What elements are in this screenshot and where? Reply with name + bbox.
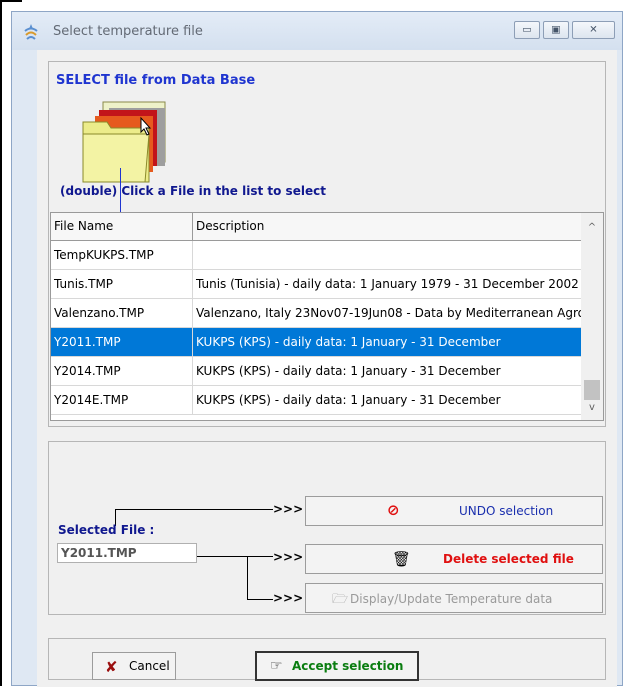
- cancel-label: Cancel: [129, 659, 170, 673]
- connector-line: [197, 556, 273, 557]
- arrow-to-undo: >>>: [273, 502, 304, 516]
- no-entry-icon: ⊘: [387, 501, 400, 519]
- file-name-cell[interactable]: TempKUKPS.TMP: [51, 241, 193, 269]
- dialog-client-area: SELECT file from Data Base (double) Clic…: [37, 50, 617, 687]
- maximize-icon: ▣: [551, 24, 561, 36]
- undo-selection-label: UNDO selection: [459, 504, 554, 518]
- file-name-cell[interactable]: Y2014E.TMP: [51, 386, 193, 414]
- app-icon: [24, 24, 38, 40]
- delete-file-label: Delete selected file: [443, 552, 574, 566]
- file-list-table[interactable]: File Name Description TempKUKPS.TMP Tuni…: [50, 212, 604, 421]
- table-body: TempKUKPS.TMP Tunis.TMP Tunis (Tunisia) …: [51, 241, 581, 415]
- accept-selection-label: Accept selection: [292, 659, 404, 673]
- arrow-to-delete: >>>: [273, 550, 304, 564]
- database-title: SELECT file from Data Base: [56, 73, 256, 88]
- maximize-button[interactable]: ▣: [543, 21, 569, 39]
- description-cell[interactable]: Valenzano, Italy 23Nov07-19Jun08 - Data …: [193, 299, 581, 327]
- file-name-cell[interactable]: Tunis.TMP: [51, 270, 193, 298]
- minimize-icon: ▭: [522, 24, 532, 36]
- trash-icon: 🗑: [392, 550, 412, 568]
- accept-selection-button[interactable]: ☞ Accept selection: [255, 651, 419, 681]
- file-name-cell[interactable]: Valenzano.TMP: [51, 299, 193, 327]
- display-update-button[interactable]: 🗁 Display/Update Temperature data: [305, 583, 603, 613]
- connector-line: [115, 509, 273, 510]
- close-button[interactable]: ✕: [572, 21, 615, 39]
- connector-line: [247, 599, 273, 600]
- scroll-thumb[interactable]: [584, 380, 600, 400]
- file-name-cell[interactable]: Y2011.TMP: [51, 328, 193, 356]
- close-icon: ✕: [589, 24, 598, 36]
- column-header-description[interactable]: Description: [193, 213, 581, 240]
- scroll-down-icon[interactable]: v: [581, 398, 603, 418]
- folder-stack-icon[interactable]: [79, 96, 173, 190]
- minimize-button[interactable]: ▭: [514, 21, 540, 39]
- description-cell[interactable]: KUKPS (KPS) - daily data: 1 January - 31…: [193, 328, 581, 356]
- table-row[interactable]: TempKUKPS.TMP: [51, 241, 581, 270]
- table-row-selected[interactable]: Y2011.TMP KUKPS (KPS) - daily data: 1 Ja…: [51, 328, 581, 357]
- table-row[interactable]: Y2014E.TMP KUKPS (KPS) - daily data: 1 J…: [51, 386, 581, 415]
- open-folder-icon: 🗁: [332, 592, 349, 607]
- description-cell[interactable]: [193, 241, 581, 269]
- window-title: Select temperature file: [53, 24, 203, 39]
- description-cell[interactable]: Tunis (Tunisia) - daily data: 1 January …: [193, 270, 581, 298]
- table-row[interactable]: Valenzano.TMP Valenzano, Italy 23Nov07-1…: [51, 299, 581, 328]
- vertical-scrollbar[interactable]: ^ v: [581, 213, 603, 420]
- arrow-to-display: >>>: [273, 591, 304, 605]
- table-row[interactable]: Tunis.TMP Tunis (Tunisia) - daily data: …: [51, 270, 581, 299]
- pointing-hand-icon: ☞: [270, 658, 283, 674]
- title-bar[interactable]: Select temperature file ▭ ▣ ✕: [12, 12, 622, 50]
- table-header: File Name Description: [51, 213, 581, 241]
- list-hint: (double) Click a File in the list to sel…: [60, 184, 326, 198]
- scroll-up-icon[interactable]: ^: [581, 218, 603, 238]
- window-controls: ▭ ▣ ✕: [511, 21, 615, 39]
- selected-file-label: Selected File :: [58, 523, 155, 537]
- page-left-rule: [0, 0, 2, 686]
- table-row[interactable]: Y2014.TMP KUKPS (KPS) - daily data: 1 Ja…: [51, 357, 581, 386]
- delete-file-button[interactable]: 🗑 Delete selected file: [305, 544, 603, 574]
- page-top-rule: [0, 0, 22, 2]
- connector-line: [247, 556, 248, 600]
- description-cell[interactable]: KUKPS (KPS) - daily data: 1 January - 31…: [193, 386, 581, 414]
- column-header-file-name[interactable]: File Name: [51, 213, 193, 240]
- cancel-button[interactable]: ✘ Cancel: [92, 652, 176, 680]
- description-cell[interactable]: KUKPS (KPS) - daily data: 1 January - 31…: [193, 357, 581, 385]
- cancel-x-icon: ✘: [105, 658, 118, 676]
- file-name-cell[interactable]: Y2014.TMP: [51, 357, 193, 385]
- dialog-window: Select temperature file ▭ ▣ ✕ SELECT fil…: [11, 11, 623, 687]
- display-update-label: Display/Update Temperature data: [350, 592, 553, 606]
- undo-selection-button[interactable]: ⊘ UNDO selection: [305, 496, 603, 526]
- selected-file-field[interactable]: Y2011.TMP: [57, 543, 197, 563]
